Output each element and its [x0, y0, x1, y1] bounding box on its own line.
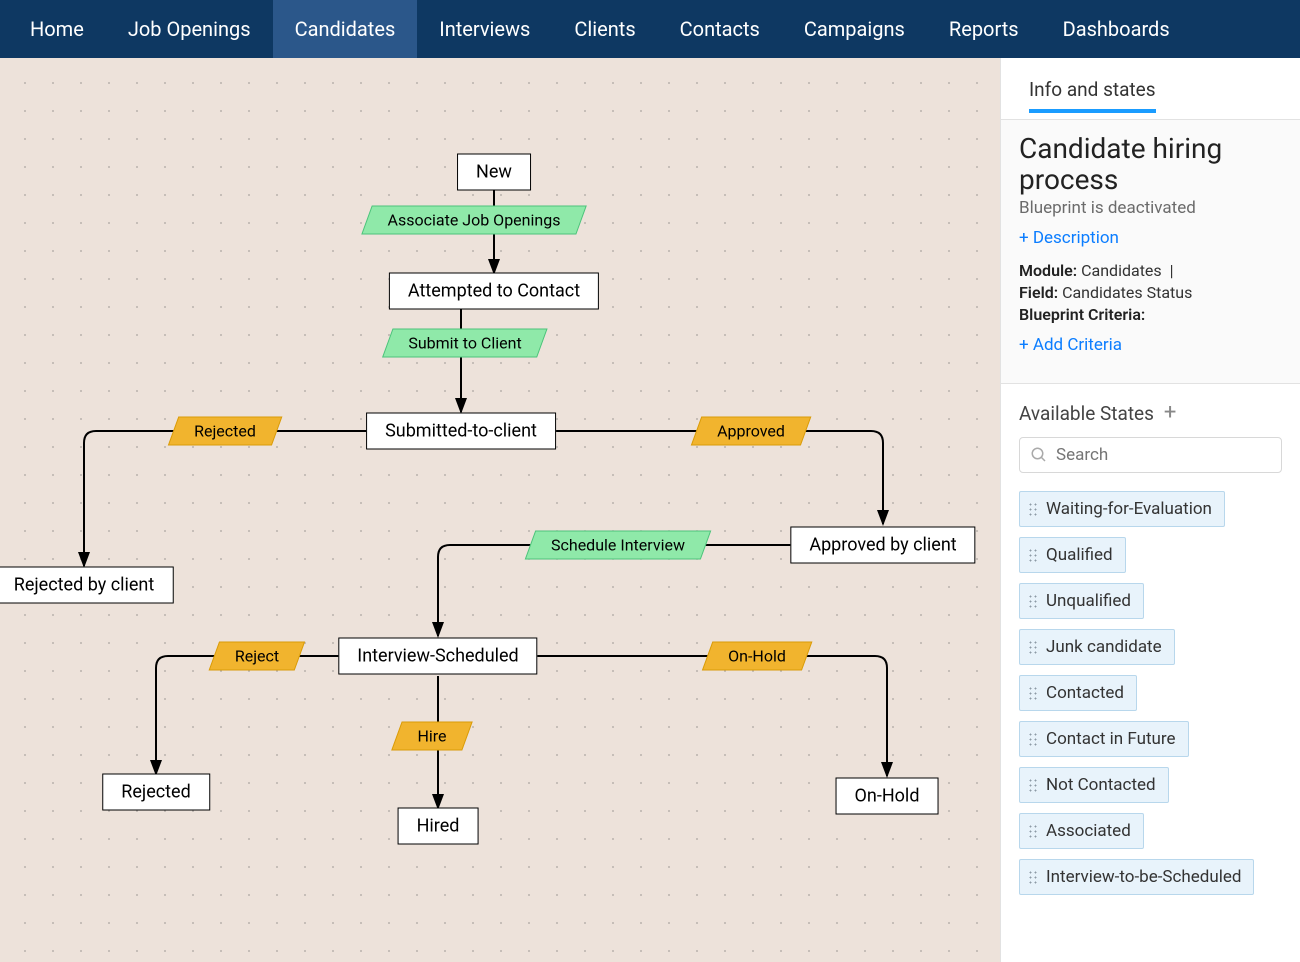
grip-icon [1028, 548, 1038, 562]
search-states-input-wrap[interactable] [1019, 437, 1282, 473]
nav-home[interactable]: Home [8, 0, 106, 58]
transition-rejected[interactable]: Rejected [168, 417, 282, 446]
grip-icon [1028, 778, 1038, 792]
transition-reject[interactable]: Reject [209, 642, 306, 671]
nav-reports[interactable]: Reports [927, 0, 1041, 58]
state-approved-by-client[interactable]: Approved by client [790, 527, 975, 564]
transition-hire[interactable]: Hire [391, 722, 473, 751]
field-row: Field: Candidates Status [1019, 283, 1282, 302]
nav-dashboards[interactable]: Dashboards [1041, 0, 1192, 58]
state-new[interactable]: New [457, 154, 531, 191]
state-rejected-by-client[interactable]: Rejected by client [0, 567, 173, 604]
blueprint-subtitle: Blueprint is deactivated [1019, 198, 1282, 218]
search-states-input[interactable] [1056, 445, 1278, 465]
side-panel: Info and states Candidate hiring process… [1000, 58, 1300, 962]
available-states-section: Available States + Waiting-for-Evaluatio… [1001, 384, 1300, 913]
state-rejected[interactable]: Rejected [102, 774, 210, 811]
state-attempted-contact[interactable]: Attempted to Contact [389, 273, 599, 310]
state-chip[interactable]: Qualified [1019, 537, 1126, 573]
nav-job-openings[interactable]: Job Openings [106, 0, 273, 58]
state-chip[interactable]: Unqualified [1019, 583, 1144, 619]
top-nav: Home Job Openings Candidates Interviews … [0, 0, 1300, 58]
state-chips: Waiting-for-Evaluation Qualified Unquali… [1019, 491, 1282, 895]
add-state-button[interactable]: + [1164, 402, 1176, 424]
criteria-row: Blueprint Criteria: [1019, 305, 1282, 324]
grip-icon [1028, 870, 1038, 884]
grip-icon [1028, 824, 1038, 838]
state-on-hold[interactable]: On-Hold [836, 778, 939, 815]
tab-info-states[interactable]: Info and states [1029, 78, 1156, 113]
state-chip[interactable]: Not Contacted [1019, 767, 1169, 803]
grip-icon [1028, 732, 1038, 746]
side-header: Info and states [1001, 58, 1300, 120]
state-chip[interactable]: Waiting-for-Evaluation [1019, 491, 1225, 527]
add-criteria-link[interactable]: + Add Criteria [1019, 335, 1122, 355]
nav-campaigns[interactable]: Campaigns [782, 0, 927, 58]
transition-submit-to-client[interactable]: Submit to Client [382, 329, 548, 358]
connector-lines [0, 58, 1000, 962]
state-chip[interactable]: Interview-to-be-Scheduled [1019, 859, 1254, 895]
state-interview-scheduled[interactable]: Interview-Scheduled [338, 638, 537, 675]
grip-icon [1028, 502, 1038, 516]
blueprint-title: Candidate hiring process [1019, 134, 1282, 196]
module-row: Module: Candidates | [1019, 261, 1282, 280]
transition-approved[interactable]: Approved [691, 417, 811, 446]
blueprint-canvas[interactable]: New Attempted to Contact Submitted-to-cl… [0, 58, 1000, 962]
state-submitted-to-client[interactable]: Submitted-to-client [366, 413, 556, 450]
grip-icon [1028, 686, 1038, 700]
state-hired[interactable]: Hired [398, 808, 479, 845]
nav-candidates[interactable]: Candidates [273, 0, 418, 58]
grip-icon [1028, 594, 1038, 608]
transition-schedule-interview[interactable]: Schedule Interview [525, 531, 712, 560]
state-chip[interactable]: Associated [1019, 813, 1144, 849]
transition-associate-job-openings[interactable]: Associate Job Openings [361, 206, 586, 235]
nav-clients[interactable]: Clients [552, 0, 657, 58]
state-chip[interactable]: Junk candidate [1019, 629, 1175, 665]
search-icon [1030, 446, 1048, 464]
grip-icon [1028, 640, 1038, 654]
state-chip[interactable]: Contacted [1019, 675, 1137, 711]
state-chip[interactable]: Contact in Future [1019, 721, 1189, 757]
nav-interviews[interactable]: Interviews [417, 0, 552, 58]
blueprint-meta: Candidate hiring process Blueprint is de… [1001, 120, 1300, 384]
nav-contacts[interactable]: Contacts [658, 0, 782, 58]
transition-on-hold[interactable]: On-Hold [702, 642, 812, 671]
add-description-link[interactable]: + Description [1019, 228, 1119, 248]
available-states-title: Available States [1019, 402, 1154, 425]
